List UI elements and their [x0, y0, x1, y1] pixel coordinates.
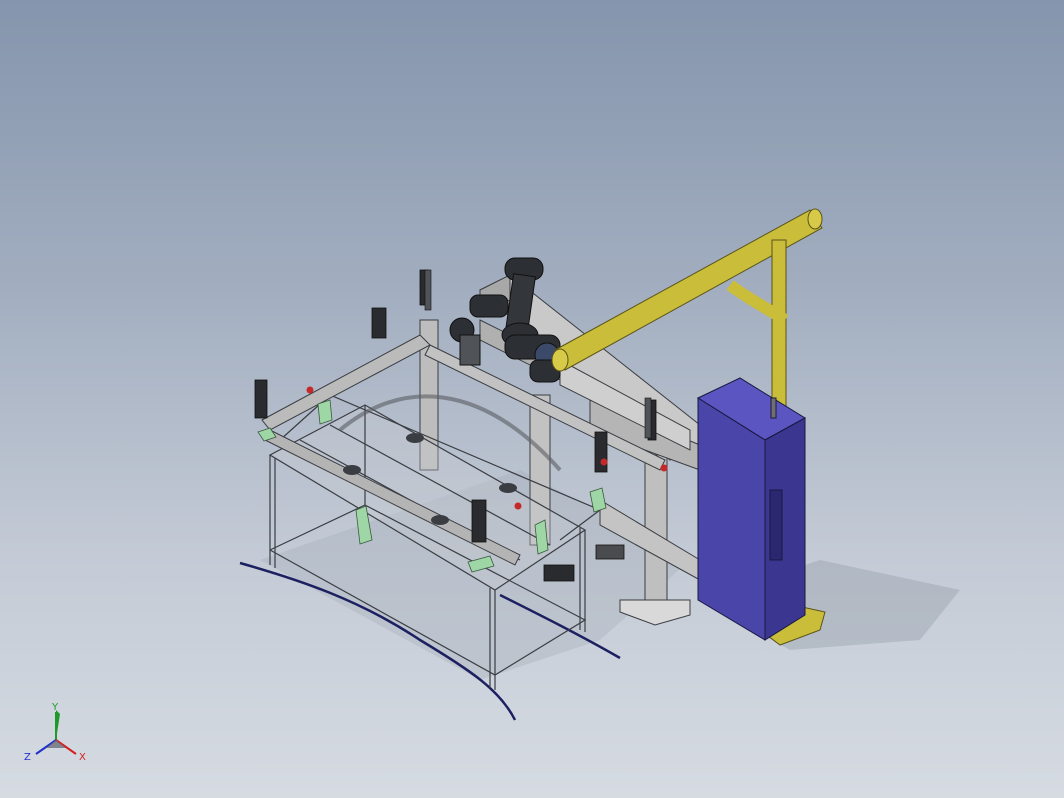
assembly-model[interactable] — [0, 0, 1064, 798]
z-axis-label: Z — [24, 752, 31, 763]
x-axis-label: X — [79, 752, 86, 763]
cad-viewport[interactable]: Y X Z — [0, 0, 1064, 798]
orientation-triad[interactable]: Y X Z — [16, 700, 96, 780]
electrical-cabinet — [696, 377, 806, 641]
y-axis-label: Y — [51, 702, 59, 713]
